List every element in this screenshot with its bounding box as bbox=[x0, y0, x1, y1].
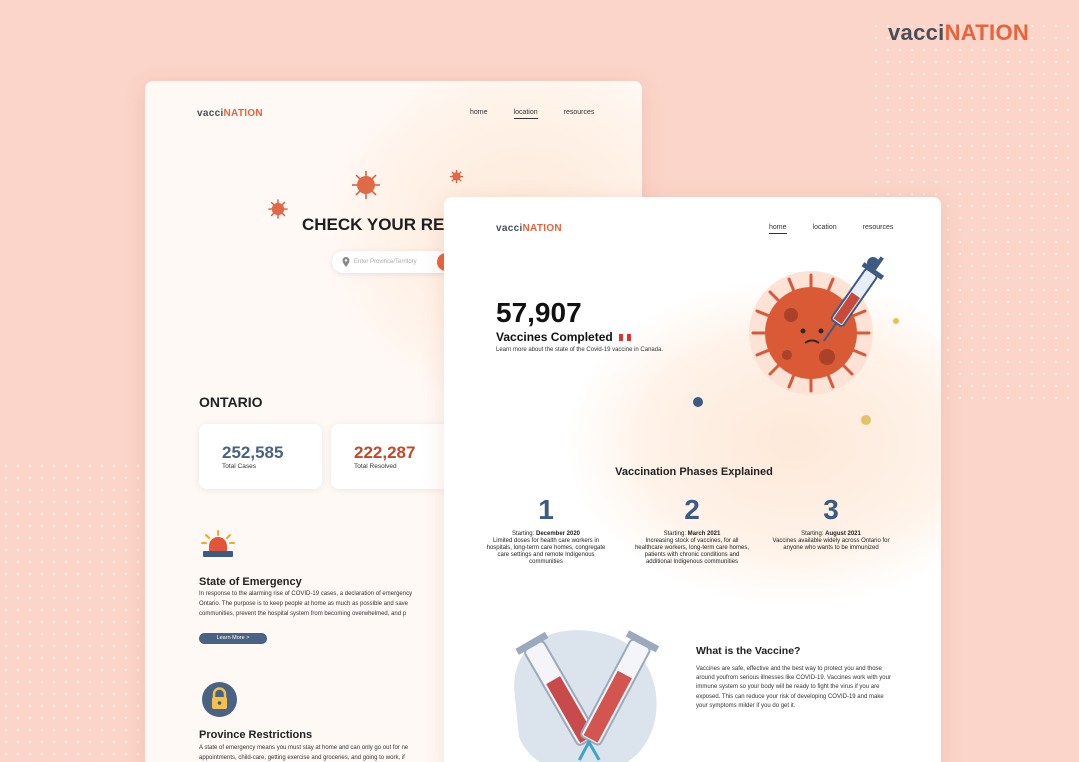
stat-card-cases: 252,585 Total Cases bbox=[199, 424, 322, 489]
restrictions-title: Province Restrictions bbox=[199, 729, 313, 741]
search-placeholder: Enter Province/Territory bbox=[354, 259, 417, 265]
stat-card-resolved: 222,287 Total Resolved bbox=[331, 424, 454, 489]
nav-logo[interactable]: vacciNATION bbox=[496, 223, 562, 234]
virus-icon bbox=[449, 169, 464, 184]
nav-menu: home location resources bbox=[769, 224, 893, 234]
lock-icon bbox=[202, 682, 237, 717]
virus-dot-icon bbox=[861, 415, 871, 425]
text-line: Ontario. The purpose is to keep people a… bbox=[199, 601, 409, 607]
phase-text: Starting: December 2020 Limited doses for… bbox=[486, 531, 606, 565]
nav-home[interactable]: home bbox=[769, 224, 787, 234]
nav-resources[interactable]: resources bbox=[564, 109, 595, 119]
phase-number: 1 bbox=[538, 494, 554, 525]
canada-flag-icon bbox=[618, 333, 631, 341]
phase-text: Starting: March 2021 Increasing stock of … bbox=[634, 531, 750, 565]
phase-text: Starting: August 2021 Vaccines available … bbox=[772, 531, 890, 551]
learn-more-button[interactable]: Learn More > bbox=[199, 633, 267, 644]
restrictions-text: A state of emergency means you must stay… bbox=[199, 743, 449, 762]
siren-icon bbox=[201, 530, 235, 557]
location-pin-icon bbox=[342, 257, 350, 267]
text-line: appointments, child-care, getting exerci… bbox=[199, 755, 405, 761]
vaccine-label: Vaccines Completed bbox=[496, 330, 631, 344]
phase-card-3: 3 Starting: August 2021 Vaccines availabl… bbox=[771, 494, 891, 552]
province-heading: ONTARIO bbox=[199, 394, 263, 410]
nav-menu: home location resources bbox=[470, 109, 594, 119]
phase-number: 2 bbox=[684, 494, 700, 525]
stat-value: 222,287 bbox=[354, 443, 416, 462]
virus-icon bbox=[268, 199, 288, 219]
text-line: In response to the alarming rise of COVI… bbox=[199, 591, 413, 597]
virus-dot-icon bbox=[893, 318, 899, 324]
phase-card-2: 2 Starting: March 2021 Increasing stock o… bbox=[632, 494, 752, 566]
nav-resources[interactable]: resources bbox=[863, 224, 894, 234]
page-title: CHECK YOUR REG bbox=[302, 215, 458, 234]
home-page-mockup: vacciNATION home location resources 57,9… bbox=[444, 197, 941, 762]
virus-icon bbox=[352, 171, 380, 199]
nav-home[interactable]: home bbox=[470, 109, 488, 119]
virus-dot-icon bbox=[693, 397, 703, 407]
nav-location[interactable]: location bbox=[813, 224, 837, 234]
stat-value: 252,585 bbox=[222, 443, 284, 462]
what-is-vaccine-title: What is the Vaccine? bbox=[696, 645, 801, 657]
stat-label: Total Resolved bbox=[354, 463, 397, 470]
emergency-title: State of Emergency bbox=[199, 576, 302, 588]
stat-label: Total Cases bbox=[222, 463, 256, 470]
vaccine-syringes-illustration bbox=[514, 630, 660, 762]
phase-card-1: 1 Starting: December 2020 Limited doses f… bbox=[486, 494, 606, 566]
virus-syringe-illustration bbox=[749, 256, 885, 395]
text-line: A state of emergency means you must stay… bbox=[199, 745, 409, 751]
emergency-text: In response to the alarming rise of COVI… bbox=[199, 589, 449, 619]
phases-title: Vaccination Phases Explained bbox=[615, 466, 773, 478]
nav-logo[interactable]: vacciNATION bbox=[197, 108, 263, 119]
what-is-vaccine-text: Vaccines are safe, effective and the bes… bbox=[696, 666, 891, 709]
vaccine-subtext: Learn more about the state of the Covid-… bbox=[496, 347, 664, 353]
vaccine-label-text: Vaccines Completed bbox=[496, 330, 613, 344]
brand-logo: vacciNATION bbox=[888, 20, 1030, 45]
nav-location[interactable]: location bbox=[513, 109, 538, 119]
text-line: communities, prevent the hospital system… bbox=[199, 611, 407, 617]
phase-number: 3 bbox=[823, 494, 839, 525]
vaccine-count: 57,907 bbox=[496, 297, 582, 328]
